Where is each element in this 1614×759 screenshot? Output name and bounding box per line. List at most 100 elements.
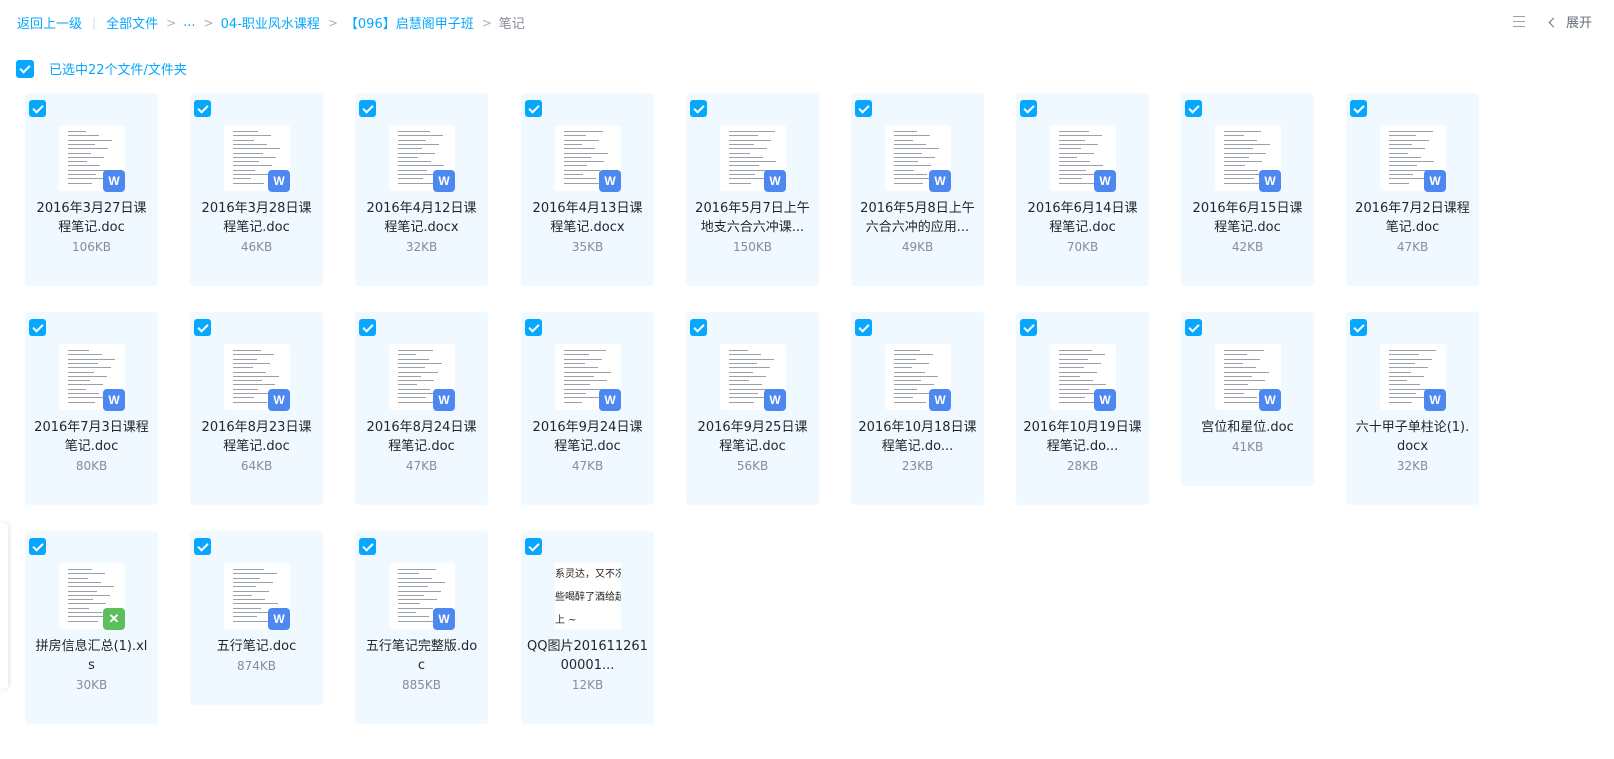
file-card[interactable]: 2016年10月19日课程笔记.do... 28KB (1016, 312, 1149, 505)
preview-line (1224, 143, 1270, 145)
file-checkbox[interactable] (359, 538, 376, 555)
file-name-line: 五行笔记完整版.do (365, 639, 478, 654)
file-name: 2016年10月19日课 程笔记.do... (1022, 418, 1143, 456)
file-checkbox[interactable] (194, 100, 211, 117)
file-card[interactable]: 五行笔记完整版.do c 885KB (355, 531, 488, 724)
file-card[interactable]: 2016年10月18日课程笔记.do... 23KB (851, 312, 984, 505)
preview-line (68, 581, 101, 583)
word-icon (929, 389, 951, 411)
file-checkbox[interactable] (194, 538, 211, 555)
file-name-line: 00001... (560, 658, 615, 673)
file-card[interactable]: 2016年3月27日课程笔记.doc 106KB (25, 93, 158, 286)
file-card[interactable]: 2016年8月24日课程笔记.doc 47KB (355, 312, 488, 505)
expand-button[interactable]: 展开 (1548, 12, 1592, 31)
preview-line (1224, 393, 1244, 394)
preview-line (68, 358, 115, 360)
file-checkbox[interactable] (29, 538, 46, 555)
file-card[interactable]: 2016年7月2日课程笔记.doc 47KB (1346, 93, 1479, 286)
preview-line (398, 607, 433, 609)
preview-line (1224, 169, 1258, 171)
file-checkbox[interactable] (855, 319, 872, 336)
file-checkbox[interactable] (29, 100, 46, 117)
file-card[interactable]: 2016年4月12日课程笔记.docx 32KB (355, 93, 488, 286)
preview-line (1059, 388, 1089, 390)
file-card[interactable]: 宫位和星位.doc 41KB (1181, 312, 1314, 486)
file-checkbox[interactable] (690, 100, 707, 117)
file-checkbox[interactable] (29, 319, 46, 336)
word-icon (1424, 170, 1446, 192)
preview-line (564, 380, 607, 382)
list-view-icon[interactable] (1512, 15, 1526, 29)
preview-line (729, 375, 766, 377)
preview-line (68, 350, 89, 351)
preview-line (564, 165, 587, 167)
file-checkbox[interactable] (359, 319, 376, 336)
preview-line (894, 380, 921, 382)
file-checkbox[interactable] (525, 100, 542, 117)
file-card[interactable]: 五行笔记.doc 874KB (190, 531, 323, 705)
word-icon (1424, 389, 1446, 411)
file-checkbox[interactable] (1020, 319, 1037, 336)
preview-line (894, 152, 922, 154)
file-name-line: s (88, 658, 95, 673)
file-card[interactable]: 2016年5月7日上午地支六合六冲课... 150KB (686, 93, 819, 286)
preview-line (564, 397, 599, 399)
file-name-line: 程笔记.doc (719, 439, 786, 454)
preview-line (1059, 401, 1098, 403)
select-all-checkbox[interactable] (16, 59, 34, 78)
file-card[interactable]: 2016年6月14日课程笔记.doc 70KB (1016, 93, 1149, 286)
breadcrumb-course-folder[interactable]: 04-职业风水课程 (221, 13, 320, 32)
file-size: 80KB (75, 459, 108, 473)
preview-line (1389, 182, 1409, 184)
preview-line (233, 594, 252, 596)
preview-line (729, 367, 770, 369)
file-checkbox[interactable] (525, 538, 542, 555)
breadcrumb-ellipsis[interactable]: ... (183, 15, 195, 30)
file-name-line: 2016年6月15日课 (1192, 201, 1303, 216)
file-card[interactable]: 2016年9月24日课程笔记.doc 47KB (521, 312, 654, 505)
preview-line (1389, 358, 1432, 360)
file-card[interactable]: 2016年9月25日课程笔记.doc 56KB (686, 312, 819, 505)
preview-line (398, 612, 416, 613)
preview-line (1389, 135, 1416, 137)
file-card[interactable]: 2016年7月3日课程笔记.doc 80KB (25, 312, 158, 505)
file-name: 2016年9月24日课 程笔记.doc (527, 418, 648, 456)
file-card[interactable]: 2016年3月28日课程笔记.doc 46KB (190, 93, 323, 286)
preview-line (564, 393, 586, 394)
file-checkbox[interactable] (194, 319, 211, 336)
file-checkbox[interactable] (690, 319, 707, 336)
file-checkbox[interactable] (1185, 319, 1202, 336)
file-card[interactable]: 系灵达，又不况 些喝醉了酒给起上 ~ QQ图片201611261 00001... 12… (521, 531, 654, 724)
preview-line (1389, 354, 1419, 356)
file-card[interactable]: 2016年4月13日课程笔记.docx 35KB (521, 93, 654, 286)
file-card[interactable]: 2016年6月15日课程笔记.doc 42KB (1181, 93, 1314, 286)
preview-line (233, 354, 274, 356)
file-checkbox[interactable] (359, 100, 376, 117)
preview-line (233, 388, 258, 390)
breadcrumb-all-files[interactable]: 全部文件 (106, 13, 158, 32)
back-link[interactable]: 返回上一级 (17, 13, 82, 32)
file-checkbox[interactable] (855, 100, 872, 117)
file-checkbox[interactable] (1350, 319, 1367, 336)
file-checkbox[interactable] (525, 319, 542, 336)
file-card[interactable]: 2016年8月23日课程笔记.doc 64KB (190, 312, 323, 505)
breadcrumb-class-folder[interactable]: 【096】启慧阁甲子班 (345, 13, 474, 32)
file-card[interactable]: 2016年5月8日上午六合六冲的应用... 49KB (851, 93, 984, 286)
file-name-line: 2016年6月14日课 (1027, 201, 1138, 216)
file-checkbox[interactable] (1020, 100, 1037, 117)
file-card[interactable]: 六十甲子单柱论(1). docx 32KB (1346, 312, 1479, 505)
image-preview: 系灵达，又不况 些喝醉了酒给起上 ~ (555, 563, 621, 629)
preview-line (68, 362, 98, 364)
word-icon (268, 389, 290, 411)
file-card[interactable]: 拼房信息汇总(1).xl s 30KB (25, 531, 158, 724)
preview-line (729, 156, 763, 158)
preview-line (68, 573, 105, 575)
preview-line (68, 375, 107, 377)
file-checkbox[interactable] (1350, 100, 1367, 117)
word-icon (1259, 389, 1281, 411)
file-name-line: 六十甲子单柱论(1). (1355, 420, 1470, 435)
side-panel-edge[interactable] (0, 523, 8, 689)
file-checkbox[interactable] (1185, 100, 1202, 117)
preview-line (398, 375, 421, 377)
preview-line (398, 358, 429, 360)
